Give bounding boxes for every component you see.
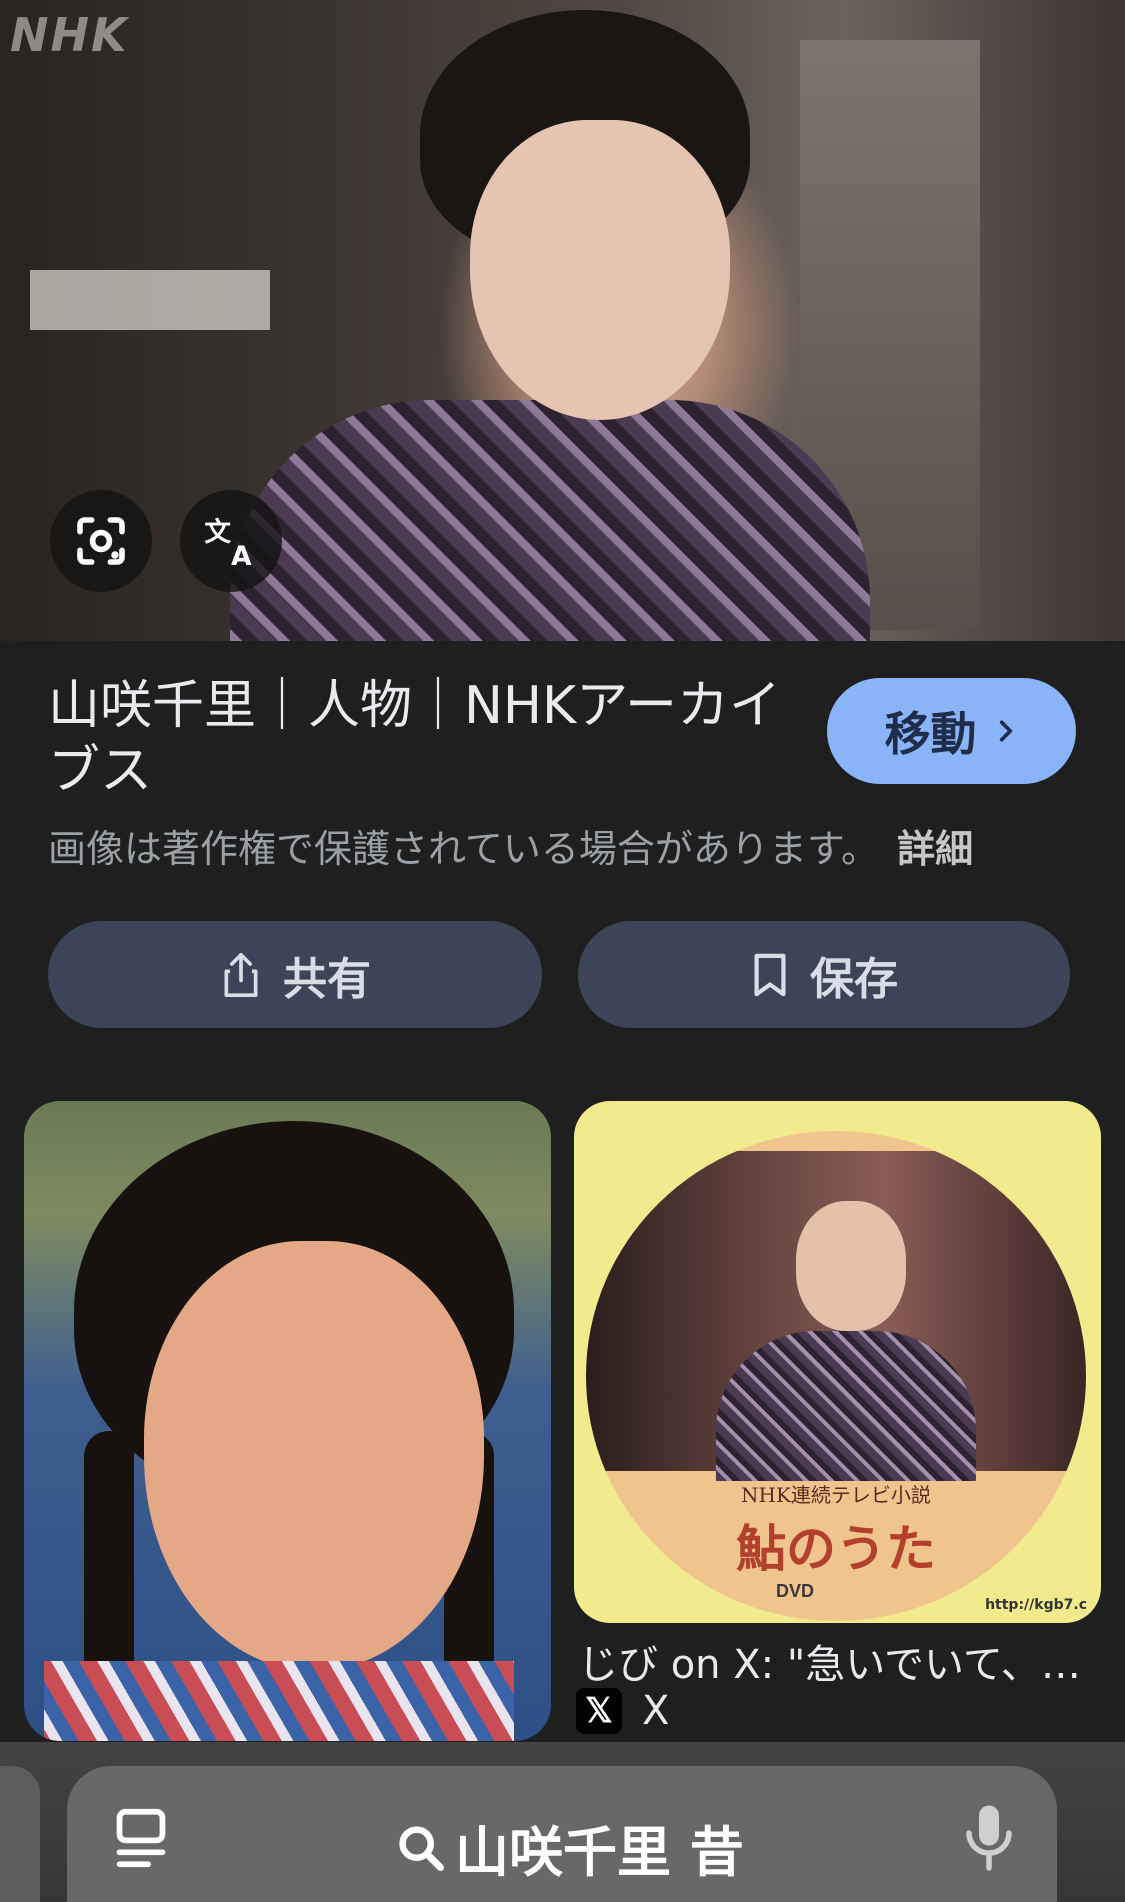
previous-tab-stub[interactable] <box>0 1766 40 1902</box>
chevron-right-icon <box>999 720 1012 742</box>
result-title[interactable]: 山咲千里｜人物｜NHKアーカイブス <box>48 674 788 804</box>
related-image-2[interactable]: NHK連続テレビ小説 鮎のうた DVD http://kgb7.c <box>574 1101 1101 1623</box>
disc-series-text: NHK連続テレビ小説 <box>741 1483 931 1507</box>
search-query[interactable]: 山咲千里 昔 <box>395 1808 744 1887</box>
dvd-disc-image: NHK連続テレビ小説 鮎のうた DVD <box>586 1131 1086 1621</box>
main-image[interactable]: NHK 文 A <box>0 0 1125 641</box>
microphone-icon <box>966 1805 1012 1871</box>
search-query-text: 山咲千里 昔 <box>455 1821 744 1884</box>
tabs-button[interactable] <box>112 1807 170 1873</box>
translate-icon: 文 A <box>204 517 252 570</box>
svg-text:文: 文 <box>204 517 231 548</box>
share-button[interactable]: 共有 <box>48 921 542 1028</box>
related-title-2[interactable]: じび on X: "急いでいて、… <box>578 1632 1098 1690</box>
share-icon <box>224 952 258 997</box>
save-button[interactable]: 保存 <box>578 921 1070 1028</box>
related-source-2[interactable]: 𝕏 X <box>576 1688 669 1734</box>
search-icon <box>399 1825 444 1871</box>
related-image-1[interactable] <box>24 1101 551 1741</box>
share-label: 共有 <box>283 953 371 1005</box>
voice-search-button[interactable] <box>963 1803 1015 1877</box>
visit-button[interactable]: 移動 <box>827 678 1076 784</box>
source-name: X <box>642 1688 670 1734</box>
tabs-icon <box>116 1808 166 1868</box>
image-url-text: http://kgb7.c <box>985 1597 1087 1613</box>
save-label: 保存 <box>810 953 898 1005</box>
bookmark-icon <box>754 953 786 996</box>
visit-label: 移動 <box>884 707 977 761</box>
svg-text:A: A <box>231 541 252 570</box>
copyright-notice: 画像は著作権で保護されている場合があります。 詳細 <box>48 818 973 873</box>
dvd-logo: DVD <box>776 1581 815 1601</box>
nhk-watermark: NHK <box>10 8 129 62</box>
google-lens-icon <box>77 517 125 565</box>
disc-title-text: 鮎のうた <box>736 1519 936 1578</box>
copyright-text: 画像は著作権で保護されている場合があります。 <box>48 827 880 871</box>
google-lens-button[interactable] <box>50 490 152 592</box>
details-link[interactable]: 詳細 <box>897 827 973 871</box>
x-logo-icon: 𝕏 <box>576 1688 622 1734</box>
translate-button[interactable]: 文 A <box>180 490 282 592</box>
